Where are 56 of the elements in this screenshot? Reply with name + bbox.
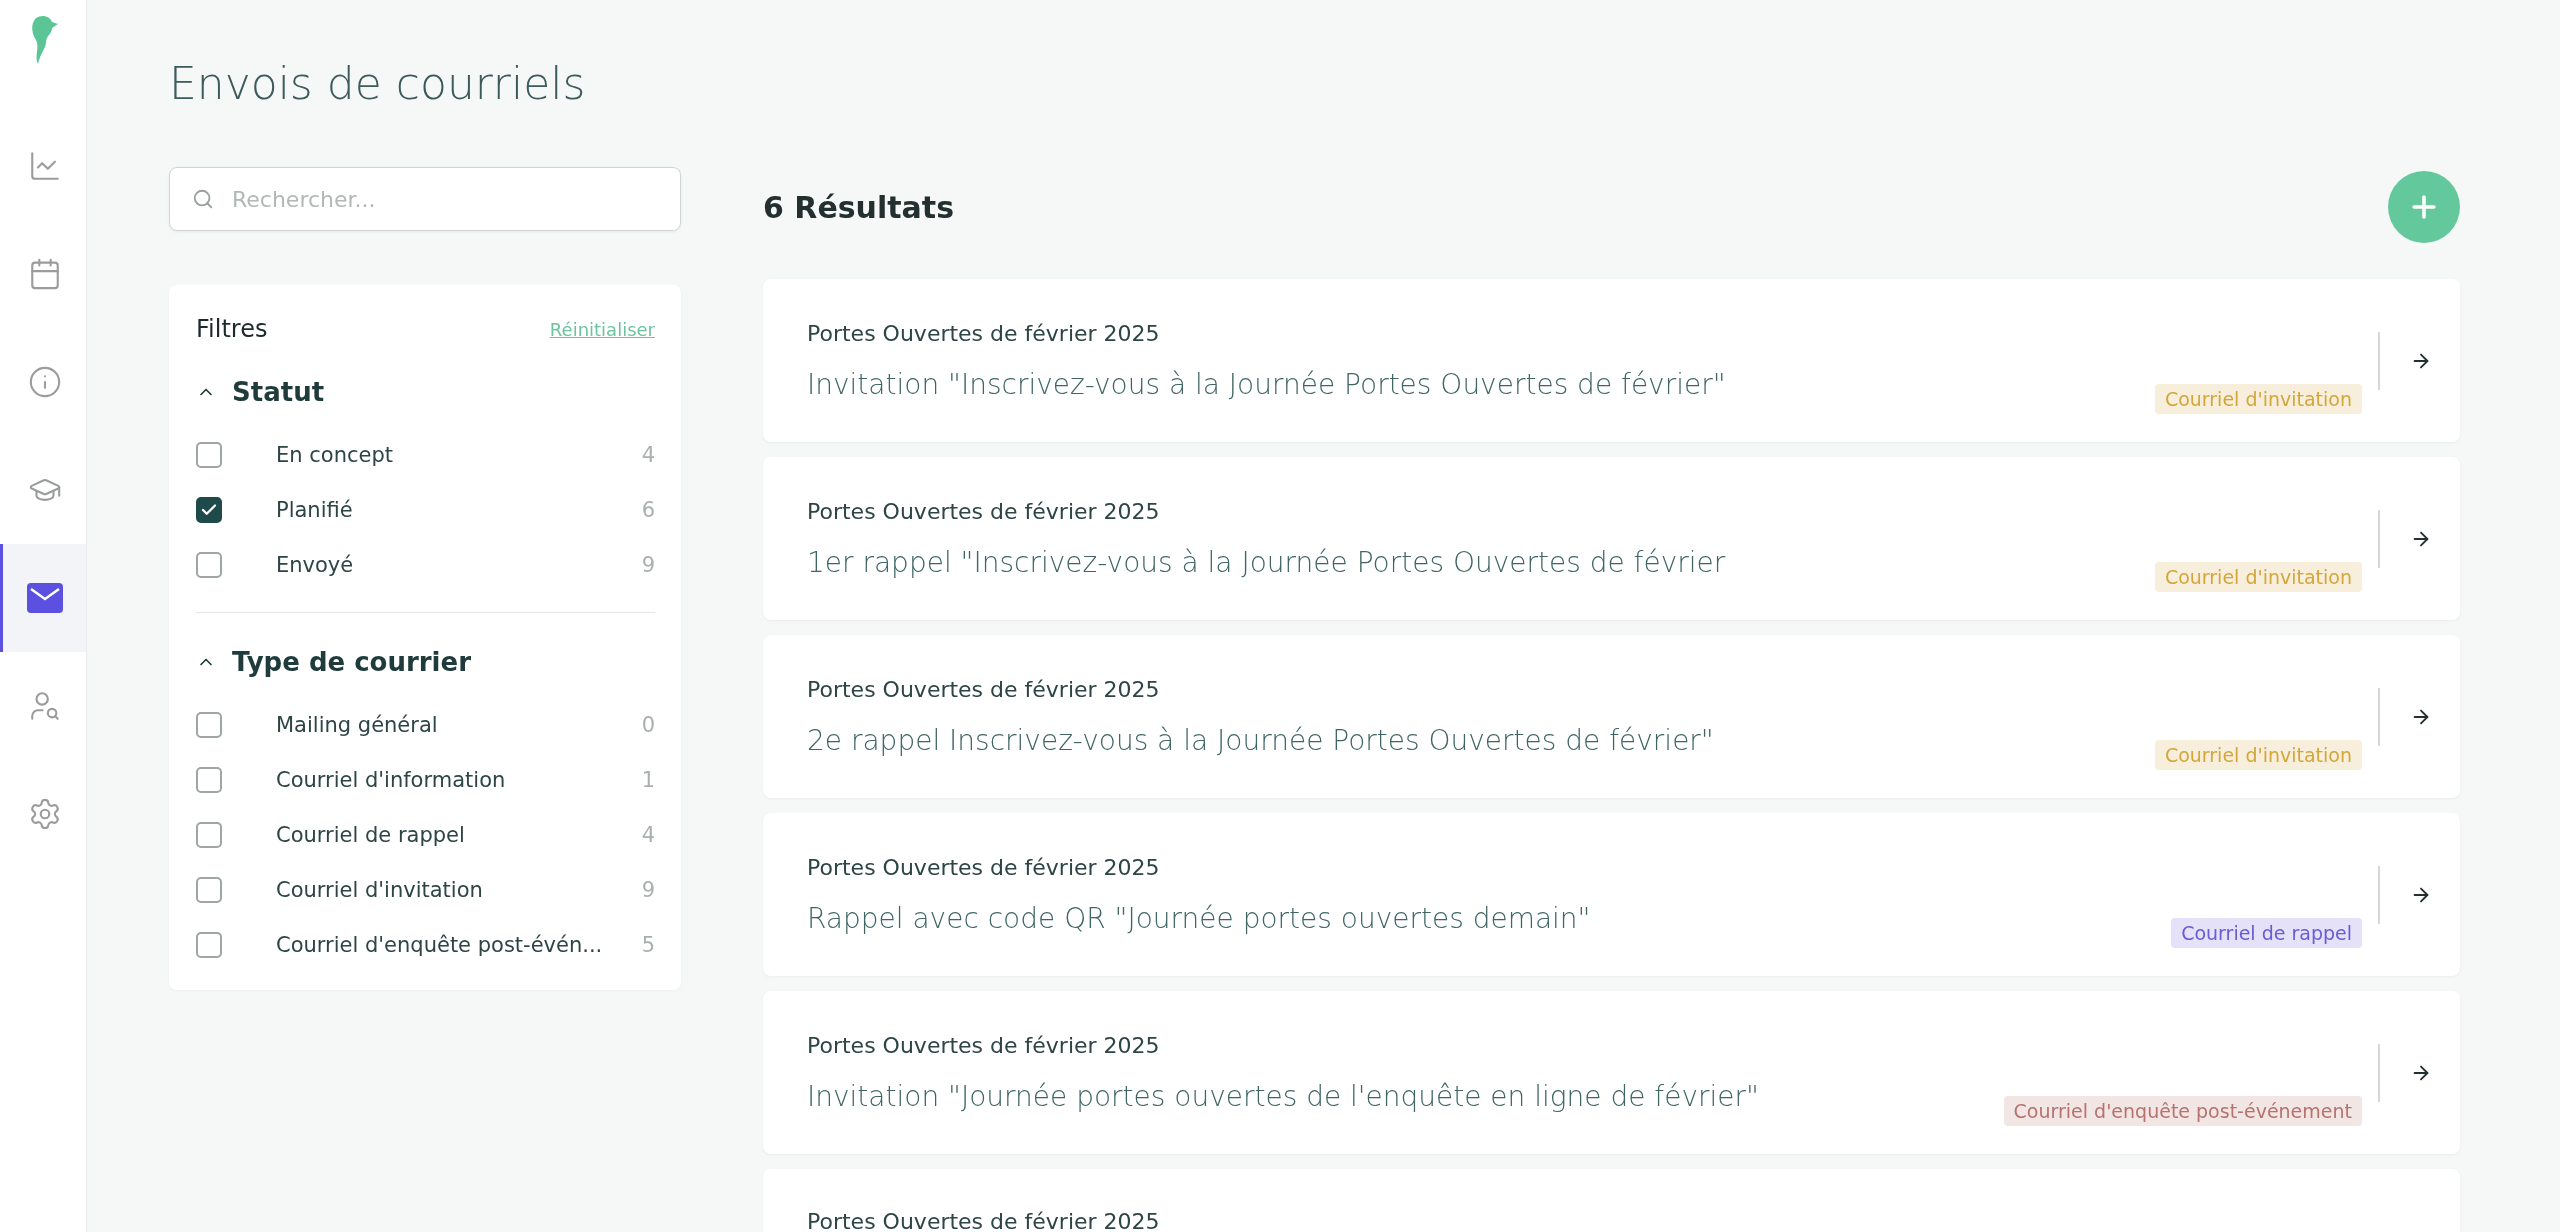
filter-option-label: En concept — [276, 442, 394, 467]
email-card[interactable]: Portes Ouvertes de février 2025 Invitation "Journée portes ouvertes de l'enquête en ligne de février" Courriel d'enquête post-événement — [763, 991, 2460, 1154]
filter-group-header[interactable]: Statut — [196, 377, 325, 407]
event-name: Portes Ouvertes de février 2025 — [807, 320, 1161, 346]
filter-option-label: Planifié — [276, 497, 354, 522]
filter-option-label: Mailing général — [276, 712, 439, 737]
email-title: Rappel avec code QR "Journée portes ouvertes demain" — [807, 901, 1592, 935]
page-title: Envois de courriels — [169, 58, 587, 109]
filter-title: Filtres — [196, 315, 268, 343]
checkbox[interactable] — [196, 876, 222, 903]
event-name: Portes Ouvertes de février 2025 — [807, 1209, 1161, 1232]
event-name: Portes Ouvertes de février 2025 — [807, 1032, 1161, 1058]
filter-count: 5 — [641, 932, 655, 957]
email-title: 2e rappel Inscrivez-vous à la Journée Portes Ouvertes de février" — [807, 723, 1715, 757]
email-title: Invitation "Journée portes ouvertes de l'enquête en ligne de février" — [807, 1079, 1760, 1113]
filter-count: 6 — [641, 497, 655, 522]
type-tag: Courriel d'invitation — [2154, 384, 2362, 414]
filter-count: 1 — [641, 767, 655, 792]
search-icon — [192, 188, 214, 210]
filter-option-label: Envoyé — [276, 552, 355, 577]
event-name: Portes Ouvertes de février 2025 — [807, 676, 1161, 702]
email-card[interactable]: Portes Ouvertes de février 2025 Rappel avec code QR "Journée portes ouvertes demain" Courriel de rappel — [763, 813, 2460, 976]
filter-count: 4 — [641, 822, 655, 847]
event-name: Portes Ouvertes de février 2025 — [807, 498, 1161, 524]
checkbox[interactable] — [196, 821, 222, 848]
search-field[interactable]: Rechercher... — [169, 167, 681, 231]
email-card[interactable]: Portes Ouvertes de février 2025 1er rappel "Inscrivez-vous à la Journée Portes Ouvertes de février Courriel d'invitation — [763, 457, 2460, 620]
type-tag: Courriel d'enquête post-événement — [2003, 1096, 2362, 1126]
checkbox[interactable] — [196, 551, 222, 578]
results-count: 6 Résultats — [763, 189, 955, 225]
email-title: Invitation "Inscrivez-vous à la Journée Portes Ouvertes de février" — [807, 367, 1727, 401]
filter-count: 9 — [641, 552, 655, 577]
checkbox[interactable] — [196, 931, 222, 958]
filter-count: 0 — [641, 712, 655, 737]
checkbox[interactable] — [196, 441, 222, 468]
filter-option-label: Courriel d'information — [276, 767, 507, 792]
checkbox[interactable] — [196, 766, 222, 793]
filter-count: 9 — [641, 877, 655, 902]
email-title: 1er rappel "Inscrivez-vous à la Journée Portes Ouvertes de février — [807, 545, 1727, 579]
email-card[interactable]: Portes Ouvertes de février 2025 Invitation "Inscrivez-vous à la Journée Portes Ouvertes de février" Courriel d'invitation — [763, 279, 2460, 442]
email-card[interactable]: Portes Ouvertes de février 2025 2e rappel Inscrivez-vous à la Journée Portes Ouvertes de février" Courriel d'invitation — [763, 635, 2460, 798]
email-card[interactable]: Portes Ouvertes de février 2025 — [763, 1169, 2460, 1232]
filter-option-label: Courriel d'enquête post-évén... — [276, 932, 604, 957]
filter-count: 4 — [641, 442, 655, 467]
checkbox[interactable] — [196, 496, 222, 523]
filter-option-label: Courriel de rappel — [276, 822, 466, 847]
nav-item[interactable] — [0, 544, 86, 652]
info-icon — [27, 365, 62, 399]
mail-icon — [26, 583, 63, 613]
type-tag: Courriel d'invitation — [2154, 562, 2362, 592]
event-name: Portes Ouvertes de février 2025 — [807, 854, 1161, 880]
type-tag: Courriel d'invitation — [2154, 740, 2362, 770]
filter-option-label: Courriel d'invitation — [276, 877, 484, 902]
checkbox[interactable] — [196, 711, 222, 738]
filter-group-header[interactable]: Type de courrier — [196, 647, 471, 677]
type-tag: Courriel de rappel — [2171, 918, 2362, 948]
